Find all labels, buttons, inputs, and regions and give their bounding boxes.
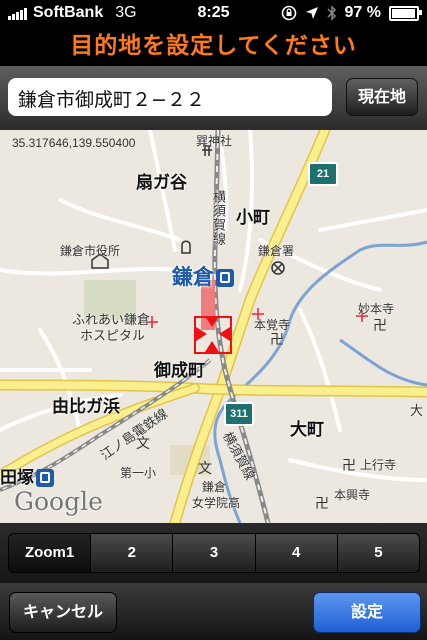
zoom-option-2[interactable]: 2 <box>90 534 173 572</box>
zoom-option-5[interactable]: 5 <box>336 534 419 572</box>
map-view[interactable]: 卍 卍 卍 卍 文 文 35.317646,139.550400 扇ガ谷 小町 … <box>0 130 427 523</box>
label-tsukaa: 田塚 <box>0 463 54 488</box>
rotation-lock-icon <box>281 5 296 21</box>
label-city-hall: 鎌倉市役所 <box>60 244 121 258</box>
jr-icon <box>216 269 234 287</box>
label-daiichi: 第一小 <box>120 466 157 480</box>
label-myohonji: 妙本寺 <box>358 302 395 316</box>
zoom-bar: Zoom1 2 3 4 5 <box>0 523 427 583</box>
label-jogyoji: 上行寺 <box>360 458 397 472</box>
google-logo: Google <box>14 487 103 516</box>
svg-text:卍: 卍 <box>270 332 284 348</box>
label-omachi: 大町 <box>290 420 324 440</box>
destination-marker[interactable] <box>194 316 232 354</box>
svg-text:卍: 卍 <box>315 496 329 512</box>
coordinates-text: 35.317646,139.550400 <box>12 136 136 150</box>
label-yokosuka-line: 横須賀線 <box>210 190 225 246</box>
label-hongakuji: 本覚寺 <box>254 318 291 332</box>
address-input[interactable]: 鎌倉市御成町２−２２ <box>8 78 332 116</box>
label-yuigahama: 由比ガ浜 <box>52 397 120 417</box>
battery-percent: 97 % <box>344 4 381 21</box>
label-onarimachi: 御成町 <box>154 361 205 381</box>
bluetooth-icon <box>327 5 336 21</box>
label-edge: 大 <box>410 404 424 419</box>
label-ogigayatsu: 扇ガ谷 <box>136 173 187 193</box>
svg-text:文: 文 <box>198 461 212 477</box>
station-kamakura[interactable]: 鎌倉 <box>172 261 234 291</box>
label-hongoji: 本興寺 <box>334 488 371 502</box>
battery-icon <box>389 5 422 21</box>
label-girls-hs-2: 女学院高 <box>192 496 241 510</box>
zoom-segmented-control: Zoom1 2 3 4 5 <box>8 533 420 573</box>
location-arrow-icon <box>305 7 318 19</box>
label-hospital-2: ホスピタル <box>80 329 146 344</box>
zoom-option-4[interactable]: 4 <box>254 534 337 572</box>
jr-icon <box>36 469 54 487</box>
label-police: 鎌倉署 <box>258 244 295 258</box>
svg-text:卍: 卍 <box>342 458 356 474</box>
label-komachi: 小町 <box>236 208 270 228</box>
label-shrine: 巽神社 <box>196 134 233 148</box>
page-title: 目的地を設定してください <box>0 26 427 66</box>
current-location-button[interactable]: 現在地 <box>346 78 418 116</box>
bottom-toolbar: キャンセル 設定 <box>0 583 427 640</box>
address-bar: 鎌倉市御成町２−２２ 現在地 <box>0 66 427 130</box>
zoom-option-1[interactable]: Zoom1 <box>9 534 91 572</box>
status-bar: SoftBank 3G 8:25 97 % <box>0 0 427 26</box>
cancel-button[interactable]: キャンセル <box>9 592 117 633</box>
svg-text:卍: 卍 <box>373 318 387 334</box>
route-21-badge: 21 <box>308 162 338 186</box>
zoom-option-3[interactable]: 3 <box>172 534 255 572</box>
label-girls-hs-1: 鎌倉 <box>202 480 227 494</box>
set-button[interactable]: 設定 <box>313 592 421 633</box>
route-311-badge: 311 <box>224 402 254 426</box>
